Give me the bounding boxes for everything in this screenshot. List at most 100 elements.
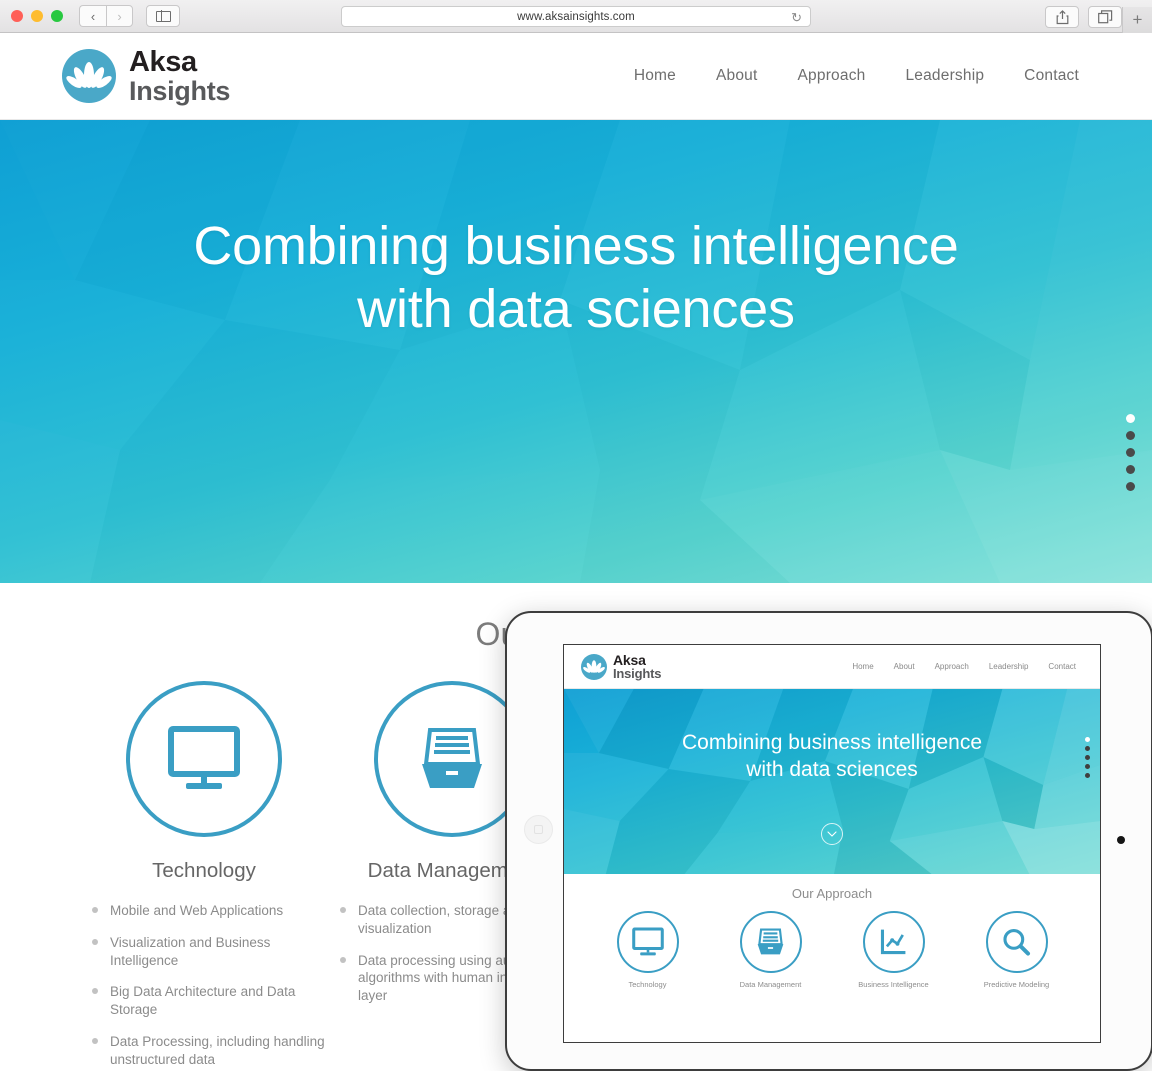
file-tray-icon bbox=[757, 928, 784, 955]
nav-item-home[interactable]: Home bbox=[614, 67, 696, 85]
tablet-chevron-down-icon bbox=[827, 830, 837, 837]
approach-card-technology[interactable]: Technology Mobile and Web Applications V… bbox=[80, 681, 328, 1071]
tablet-device-mockup: Aksa Insights Home About Approach Leader… bbox=[505, 611, 1152, 1071]
hero-banner: Combining business intelligence with dat… bbox=[0, 120, 1152, 583]
share-button[interactable] bbox=[1045, 6, 1079, 28]
tablet-hero-headline-line1: Combining business intelligence bbox=[681, 731, 982, 754]
hero-slide-dots bbox=[1126, 414, 1135, 491]
lotus-logo-icon bbox=[62, 49, 116, 103]
approach-card-list: Mobile and Web Applications Visualizatio… bbox=[80, 902, 328, 1069]
monitor-icon bbox=[631, 927, 664, 956]
browser-toolbar: ‹ › www.aksainsights.com ↻ + bbox=[0, 0, 1152, 33]
sidebar-toggle-button[interactable] bbox=[146, 5, 180, 27]
share-icon bbox=[1056, 9, 1068, 24]
tablet-approach-card-label: Business Intelligence bbox=[858, 980, 929, 989]
list-item: Big Data Architecture and Data Storage bbox=[90, 983, 328, 1019]
hero-dot-1[interactable] bbox=[1126, 414, 1135, 423]
approach-icon-circle bbox=[126, 681, 282, 837]
approach-card-label: Technology bbox=[152, 859, 256, 882]
tablet-approach-icon-circle bbox=[739, 911, 802, 973]
tablet-approach-card-label: Technology bbox=[628, 980, 667, 989]
tablet-approach-icon-circle bbox=[862, 911, 925, 973]
tablet-hero-dot-3[interactable] bbox=[1085, 755, 1090, 760]
hero-dot-4[interactable] bbox=[1126, 465, 1135, 474]
tablet-approach-icon-circle bbox=[616, 911, 679, 973]
monitor-icon bbox=[168, 726, 240, 789]
tablet-hero-slide-dots bbox=[1085, 737, 1090, 778]
url-text: www.aksainsights.com bbox=[517, 10, 635, 23]
tablet-hero-dot-1[interactable] bbox=[1085, 737, 1090, 742]
tabs-icon bbox=[1097, 10, 1112, 24]
list-item: Data Processing, including handling unst… bbox=[90, 1033, 328, 1069]
window-traffic-lights bbox=[11, 10, 63, 22]
hero-dot-3[interactable] bbox=[1126, 448, 1135, 457]
nav-item-approach[interactable]: Approach bbox=[778, 67, 886, 85]
tablet-approach-cards: Technology Data Management Business Inte… bbox=[564, 911, 1100, 989]
navigation-buttons: ‹ › bbox=[79, 5, 133, 27]
new-tab-button[interactable]: + bbox=[1122, 7, 1152, 33]
reload-icon[interactable]: ↻ bbox=[791, 10, 802, 26]
tablet-camera-icon bbox=[1117, 836, 1125, 844]
tablet-site-logo[interactable]: Aksa Insights bbox=[581, 653, 661, 680]
site-logo[interactable]: Aksa Insights bbox=[62, 45, 231, 106]
tablet-approach-card-business-intelligence[interactable]: Business Intelligence bbox=[839, 911, 949, 989]
tablet-scroll-down-button[interactable] bbox=[821, 823, 843, 845]
tablet-approach-card-data-management[interactable]: Data Management bbox=[716, 911, 826, 989]
hero-headline-line1: Combining business intelligence bbox=[193, 216, 959, 276]
tablet-approach-section-title: Our Approach bbox=[791, 886, 873, 901]
tablet-logo-wordmark: Aksa Insights bbox=[613, 653, 661, 680]
site-header: Aksa Insights Home About Approach Leader… bbox=[0, 33, 1152, 120]
lotus-petals-icon bbox=[66, 62, 112, 88]
back-button[interactable]: ‹ bbox=[79, 5, 106, 27]
logo-wordmark: Aksa Insights bbox=[129, 45, 231, 106]
tablet-logo-secondary-text: Insights bbox=[613, 666, 662, 681]
tablet-approach-icon-circle bbox=[985, 911, 1048, 973]
tablet-site-header: Aksa Insights Home About Approach Leader… bbox=[564, 645, 1100, 689]
tablet-hero-headline: Combining business intelligence with dat… bbox=[564, 729, 1100, 784]
sidebar-icon bbox=[155, 10, 171, 22]
tablet-approach-card-label: Data Management bbox=[739, 980, 802, 989]
zoom-window-button[interactable] bbox=[51, 10, 63, 22]
hero-dot-2[interactable] bbox=[1126, 431, 1135, 440]
tablet-nav-item-approach[interactable]: Approach bbox=[925, 662, 979, 671]
tablet-hero-headline-line2: with data sciences bbox=[746, 758, 918, 782]
tablet-approach-card-label: Predictive Modeling bbox=[983, 980, 1050, 989]
tablet-lotus-petals-icon bbox=[583, 659, 605, 673]
hero-dot-5[interactable] bbox=[1126, 482, 1135, 491]
logo-primary-text: Aksa bbox=[129, 45, 197, 78]
tablet-nav-item-about[interactable]: About bbox=[884, 662, 925, 671]
minimize-window-button[interactable] bbox=[31, 10, 43, 22]
tablet-approach-card-predictive-modeling[interactable]: Predictive Modeling bbox=[962, 911, 1072, 989]
hero-polygon-pattern bbox=[700, 120, 1152, 583]
tablet-approach-card-technology[interactable]: Technology bbox=[593, 911, 703, 989]
address-bar[interactable]: www.aksainsights.com ↻ bbox=[341, 6, 811, 27]
tablet-hero-dot-5[interactable] bbox=[1085, 773, 1090, 778]
tablet-hero-dot-4[interactable] bbox=[1085, 764, 1090, 769]
tablet-lotus-logo-icon bbox=[581, 653, 607, 680]
nav-item-leadership[interactable]: Leadership bbox=[885, 67, 1004, 85]
tablet-hero-banner: Combining business intelligence with dat… bbox=[564, 689, 1100, 874]
tablet-hero-dot-2[interactable] bbox=[1085, 746, 1090, 751]
tablet-nav-item-contact[interactable]: Contact bbox=[1038, 662, 1086, 671]
logo-secondary-text: Insights bbox=[129, 75, 231, 106]
toolbar-right-buttons bbox=[1045, 6, 1122, 28]
show-tabs-button[interactable] bbox=[1088, 6, 1122, 28]
list-item: Visualization and Business Intelligence bbox=[90, 934, 328, 970]
nav-item-about[interactable]: About bbox=[696, 67, 778, 85]
tablet-home-button[interactable] bbox=[524, 815, 553, 844]
tablet-screen: Aksa Insights Home About Approach Leader… bbox=[563, 644, 1101, 1043]
tablet-approach-section: Our Approach Technology Data Management … bbox=[564, 874, 1100, 989]
file-tray-icon bbox=[422, 728, 482, 788]
hero-headline-line2: with data sciences bbox=[357, 279, 795, 340]
close-window-button[interactable] bbox=[11, 10, 23, 22]
page-root: ‹ › www.aksainsights.com ↻ + Aksa Insigh… bbox=[0, 0, 1152, 1071]
line-chart-icon bbox=[880, 929, 906, 955]
list-item: Mobile and Web Applications bbox=[90, 902, 328, 920]
forward-button[interactable]: › bbox=[106, 5, 133, 27]
main-nav: Home About Approach Leadership Contact bbox=[614, 67, 1099, 85]
hero-headline: Combining business intelligence with dat… bbox=[0, 215, 1152, 341]
tablet-nav-item-leadership[interactable]: Leadership bbox=[979, 662, 1039, 671]
magnifier-icon bbox=[1003, 928, 1031, 956]
tablet-nav-item-home[interactable]: Home bbox=[842, 662, 883, 671]
nav-item-contact[interactable]: Contact bbox=[1004, 67, 1099, 85]
